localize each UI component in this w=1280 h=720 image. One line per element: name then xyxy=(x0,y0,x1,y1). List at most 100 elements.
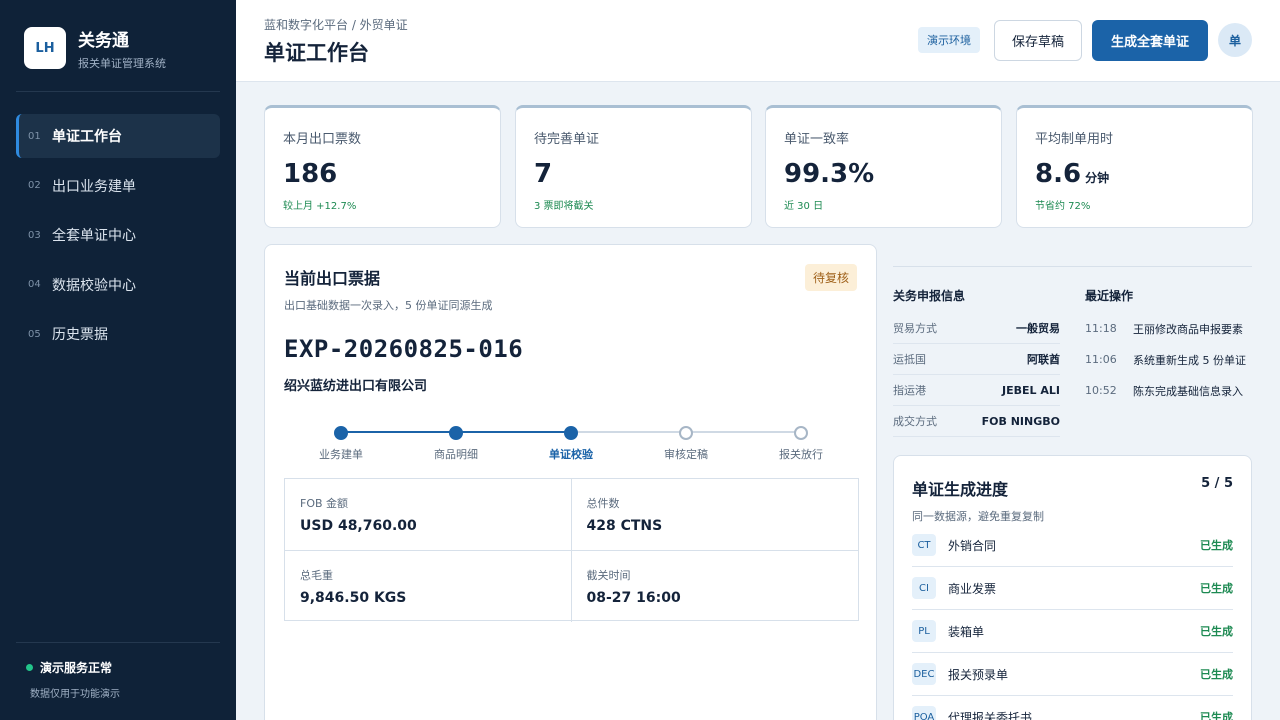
stat-card-avg-time: 平均制单用时 8.6 分钟 节省约 72% xyxy=(1016,105,1253,228)
brand-logo: LH xyxy=(24,27,66,69)
doc-name: 代理报关委托书 xyxy=(948,710,1033,720)
nav-number: 04 xyxy=(28,279,41,290)
step-label: 商品明细 xyxy=(434,448,478,461)
stat-value: 8.6 xyxy=(1035,159,1082,189)
env-badge: 演示环境 xyxy=(918,27,980,53)
doc-code: CT xyxy=(912,534,936,556)
recent-activity: 最近操作 11:18 王丽修改商品申报要素 11:06 系统重新生成 5 份单证 1… xyxy=(1085,287,1246,406)
stat-note: 3 票即将截关 xyxy=(534,201,594,212)
header: 蓝和数字化平台 / 外贸单证 单证工作台 演示环境 保存草稿 生成全套单证 单 xyxy=(236,0,1280,82)
doc-status: 已生成 xyxy=(1200,582,1233,595)
nav-number: 02 xyxy=(28,180,41,191)
field-packages: 总件数 428 CTNS xyxy=(571,479,858,551)
sidebar-item-workbench[interactable]: 01 单证工作台 xyxy=(16,114,220,158)
kv-row: 运抵国 阿联酋 xyxy=(893,344,1060,375)
step-dot-icon xyxy=(449,426,463,440)
doc-code: PL xyxy=(912,620,936,642)
stat-label: 本月出口票数 xyxy=(283,132,362,147)
customs-title: 关务申报信息 xyxy=(893,289,966,303)
step-dot-icon xyxy=(794,426,808,440)
info-panel: 关务申报信息 贸易方式 一般贸易 运抵国 阿联酋 指运港 JEBEL ALI 成交方式… xyxy=(893,266,1252,437)
service-note: 数据仅用于功能演示 xyxy=(30,689,120,700)
step-label: 报关放行 xyxy=(779,448,823,461)
ticket-card-subtitle: 出口基础数据一次录入，5 份单证同源生成 xyxy=(284,299,493,312)
step-dot-icon xyxy=(564,426,578,440)
sidebar-item-history[interactable]: 05 历史票据 xyxy=(16,312,220,356)
list-item[interactable]: CI 商业发票 已生成 xyxy=(912,567,1233,610)
step-4[interactable]: 审核定稿 xyxy=(636,426,736,462)
step-3[interactable]: 单证校验 xyxy=(521,426,621,462)
list-item[interactable]: PL 装箱单 已生成 xyxy=(912,610,1233,653)
nav-number: 01 xyxy=(28,130,41,142)
field-value: USD 48,760.00 xyxy=(300,518,417,534)
stat-value: 7 xyxy=(534,159,553,189)
field-value: 428 CTNS xyxy=(586,518,663,534)
stat-value: 99.3% xyxy=(784,159,875,189)
step-label: 单证校验 xyxy=(549,448,593,461)
sidebar-item-export-order[interactable]: 02 出口业务建单 xyxy=(16,164,220,208)
brand: LH 关务通 报关单证管理系统 xyxy=(16,0,220,92)
generate-docs-button[interactable]: 生成全套单证 xyxy=(1092,20,1208,61)
stat-label: 平均制单用时 xyxy=(1035,132,1114,147)
nav-label: 单证工作台 xyxy=(52,129,122,145)
field-label: 总毛重 xyxy=(300,569,333,582)
breadcrumb: 蓝和数字化平台 / 外贸单证 xyxy=(264,18,408,32)
kv-row: 成交方式 FOB NINGBO xyxy=(893,406,1060,437)
doc-name: 商业发票 xyxy=(948,581,997,596)
step-label: 审核定稿 xyxy=(664,448,708,461)
progress-stepper: 业务建单 商品明细 单证校验 审核定稿 报关放行 xyxy=(284,426,857,476)
sidebar-item-doc-center[interactable]: 03 全套单证中心 xyxy=(16,213,220,257)
stat-note: 节省约 72% xyxy=(1035,201,1091,212)
doc-progress-card: 单证生成进度 5 / 5 同一数据源，避免重复复制 CT 外销合同 已生成 CI 商业… xyxy=(893,455,1252,720)
field-value: 9,846.50 KGS xyxy=(300,590,407,606)
doc-status: 已生成 xyxy=(1200,668,1233,681)
field-label: FOB 金额 xyxy=(300,497,349,510)
field-cutoff: 截关时间 08-27 16:00 xyxy=(572,551,859,622)
page-title: 单证工作台 xyxy=(264,41,369,65)
stat-label: 待完善单证 xyxy=(534,132,600,147)
nav-label: 数据校验中心 xyxy=(52,277,136,294)
doc-code: CI xyxy=(912,577,936,599)
progress-subtitle: 同一数据源，避免重复复制 xyxy=(912,510,1044,523)
sidebar-item-validation[interactable]: 04 数据校验中心 xyxy=(16,263,220,307)
step-5[interactable]: 报关放行 xyxy=(751,426,851,462)
step-dot-icon xyxy=(334,426,348,440)
doc-name: 外销合同 xyxy=(948,538,997,553)
service-status: 演示服务正常 xyxy=(40,661,113,675)
doc-code: POA xyxy=(912,706,936,720)
list-item[interactable]: POA 代理报关委托书 已生成 xyxy=(912,696,1233,720)
stat-card-pending-docs: 待完善单证 7 3 票即将截关 xyxy=(515,105,752,228)
nav-label: 全套单证中心 xyxy=(52,228,136,244)
step-label: 业务建单 xyxy=(319,448,363,461)
step-1[interactable]: 业务建单 xyxy=(291,426,391,462)
kv-row: 指运港 JEBEL ALI xyxy=(893,375,1060,406)
kv-row: 贸易方式 一般贸易 xyxy=(893,313,1060,344)
brand-name: 关务通 xyxy=(78,30,129,51)
save-draft-button[interactable]: 保存草稿 xyxy=(994,20,1082,61)
progress-count: 5 / 5 xyxy=(1201,476,1233,491)
nav-label: 出口业务建单 xyxy=(52,178,136,195)
status-dot-icon xyxy=(26,664,33,671)
doc-list: CT 外销合同 已生成 CI 商业发票 已生成 PL 装箱单 已生成 DEC 报关预录单 已生成… xyxy=(912,524,1233,720)
nav-label: 历史票据 xyxy=(52,327,108,343)
field-label: 总件数 xyxy=(586,497,620,510)
step-2[interactable]: 商品明细 xyxy=(406,426,506,462)
sidebar: LH 关务通 报关单证管理系统 01 单证工作台 02 出口业务建单 03 全套… xyxy=(0,0,236,720)
sidebar-footer: 演示服务正常 数据仅用于功能演示 xyxy=(16,642,220,720)
company-name: 绍兴蓝纺进出口有限公司 xyxy=(284,379,428,394)
doc-code: DEC xyxy=(912,663,936,685)
ticket-fields: FOB 金额 USD 48,760.00 总件数 428 CTNS 总毛重 9,846… xyxy=(284,478,859,622)
stat-unit: 分钟 xyxy=(1085,171,1110,185)
sidebar-nav: 01 单证工作台 02 出口业务建单 03 全套单证中心 04 数据校验中心 0… xyxy=(0,114,236,356)
list-item[interactable]: DEC 报关预录单 已生成 xyxy=(912,653,1233,696)
avatar[interactable]: 单 xyxy=(1218,23,1252,57)
stat-card-monthly-exports: 本月出口票数 186 较上月 +12.7% xyxy=(264,105,501,228)
ticket-card: 当前出口票据 出口基础数据一次录入，5 份单证同源生成 待复核 EXP-2026… xyxy=(264,244,877,720)
step-dot-icon xyxy=(679,426,693,440)
brand-subtitle: 报关单证管理系统 xyxy=(78,56,166,70)
status-badge: 待复核 xyxy=(804,264,857,291)
doc-status: 已生成 xyxy=(1200,711,1233,720)
list-item[interactable]: CT 外销合同 已生成 xyxy=(912,524,1233,567)
doc-status: 已生成 xyxy=(1200,539,1233,552)
stat-card-consistency: 单证一致率 99.3% 近 30 日 xyxy=(765,105,1002,228)
